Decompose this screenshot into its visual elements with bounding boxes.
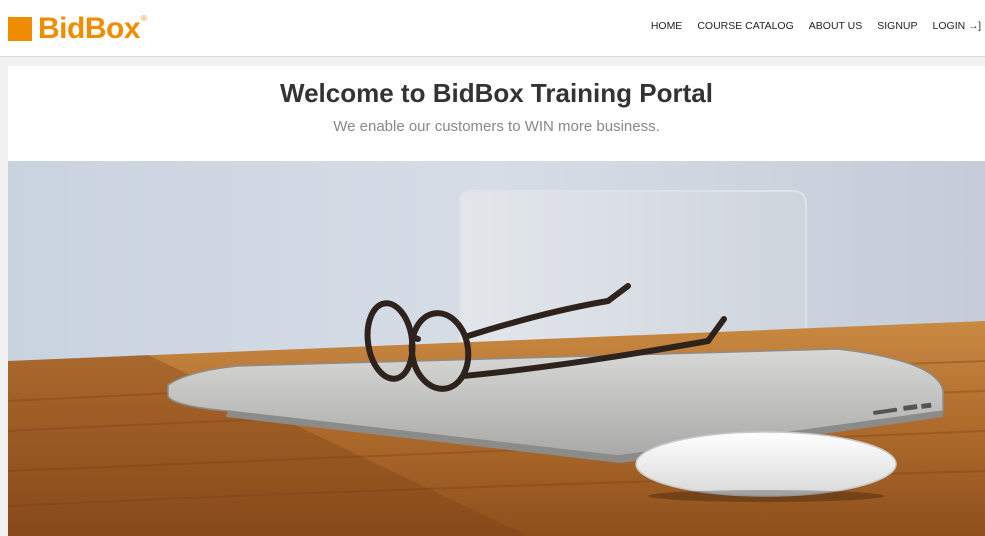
logo-registered-mark: ® — [141, 14, 147, 23]
bidbox-logo[interactable]: BidBox ® — [8, 14, 147, 44]
nav-course-catalog[interactable]: COURSE CATALOG — [697, 20, 793, 32]
main-content: Welcome to BidBox Training Portal We ena… — [8, 66, 985, 536]
site-header: BidBox ® HOME COURSE CATALOG ABOUT US SI… — [0, 0, 985, 57]
logo-text: BidBox — [38, 12, 141, 45]
nav-home[interactable]: HOME — [651, 20, 683, 32]
logo-square-icon — [8, 17, 32, 41]
nav-about-us[interactable]: ABOUT US — [809, 20, 862, 32]
nav-login-label: LOGIN — [932, 20, 966, 32]
page-subtitle: We enable our customers to WIN more busi… — [333, 118, 660, 135]
nav-login[interactable]: LOGIN →] — [933, 20, 981, 32]
nav-signup[interactable]: SIGNUP — [877, 20, 917, 32]
main-nav: HOME COURSE CATALOG ABOUT US SIGNUP LOGI… — [636, 20, 981, 32]
page: BidBox ® HOME COURSE CATALOG ABOUT US SI… — [0, 0, 985, 536]
login-icon: →] — [968, 21, 981, 32]
hero-image — [8, 161, 985, 536]
page-title: Welcome to BidBox Training Portal — [280, 78, 713, 108]
hero-mouse — [635, 431, 897, 497]
